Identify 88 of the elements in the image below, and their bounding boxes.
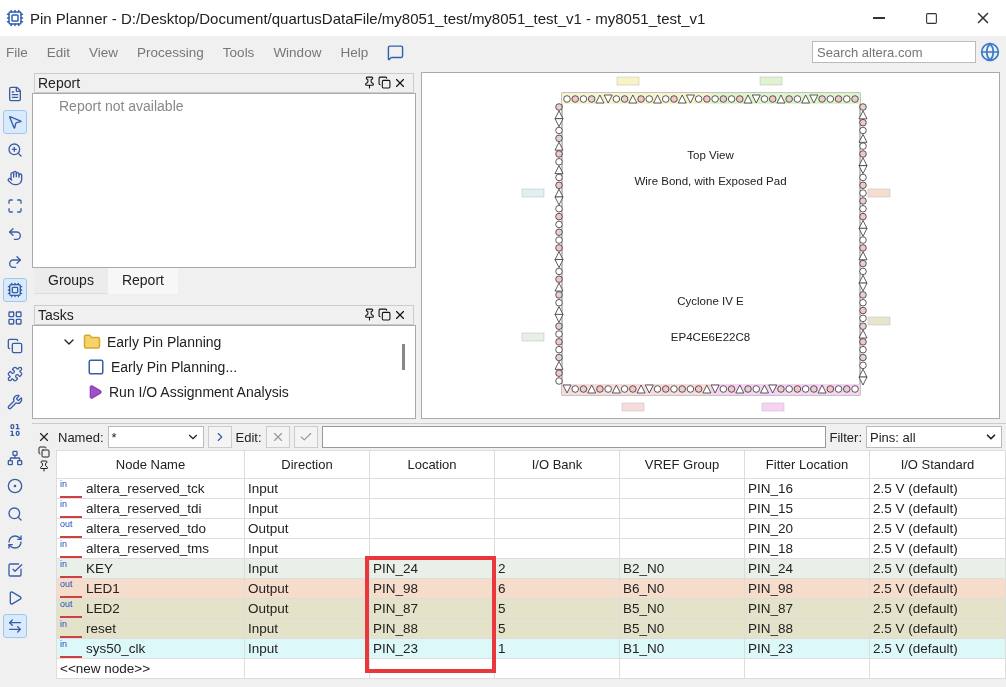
panel-title: Report xyxy=(38,75,82,91)
pointer-icon xyxy=(7,114,23,130)
panel-tab[interactable]: Groups xyxy=(34,268,108,294)
cancel-button[interactable] xyxy=(265,426,290,448)
toolbar-button[interactable] xyxy=(3,614,27,638)
report-message: Report not available xyxy=(59,98,184,114)
close-icon[interactable] xyxy=(37,430,51,444)
panel-tab[interactable]: Report xyxy=(107,268,178,294)
minimize-icon xyxy=(873,17,885,19)
search-field[interactable]: Search altera.com xyxy=(812,41,976,63)
chip-label: Wire Bond, with Exposed Pad xyxy=(634,175,787,187)
menu-item[interactable]: Edit xyxy=(46,44,81,60)
node-name: altera_reserved_tck xyxy=(86,481,205,496)
play-icon xyxy=(7,590,23,606)
filter-dropdown[interactable]: Pins: all xyxy=(866,426,1002,448)
pin-icon[interactable] xyxy=(38,460,50,472)
column-header[interactable]: I/O Bank xyxy=(494,450,620,479)
network-icon xyxy=(7,450,23,466)
node-name: altera_reserved_tdo xyxy=(86,521,207,536)
filter-label: Filter: xyxy=(829,429,862,445)
pin-icon[interactable] xyxy=(363,76,376,89)
node-name: KEY xyxy=(86,561,113,576)
window-title: Pin Planner - D:/Desktop/Document/quartusDataFile/my8051_test/my8051_test_v1 - my8051_test_v1 xyxy=(30,9,707,27)
menu-item[interactable]: Processing xyxy=(137,44,214,60)
scrollbar-thumb[interactable] xyxy=(402,344,405,370)
fit-icon xyxy=(7,198,23,214)
menu-item[interactable]: Window xyxy=(273,44,332,60)
edit-field[interactable] xyxy=(321,426,826,448)
column-header[interactable]: Direction xyxy=(244,450,370,479)
float-icon[interactable] xyxy=(378,308,391,321)
menu-item[interactable]: Tools xyxy=(222,44,265,60)
menu-item[interactable]: File xyxy=(6,44,38,60)
node-name: LED2 xyxy=(86,601,120,616)
float-icon[interactable] xyxy=(378,76,391,89)
node-name: LED1 xyxy=(86,581,120,596)
wizard-button[interactable] xyxy=(207,426,232,448)
close-icon[interactable] xyxy=(393,308,407,322)
node-name: sys50_clk xyxy=(86,641,146,656)
puzzle-icon xyxy=(7,366,23,382)
grid-icon xyxy=(7,310,23,326)
pin-icon[interactable] xyxy=(363,308,376,321)
float-icon[interactable] xyxy=(38,446,50,458)
wrench-icon xyxy=(7,394,23,410)
named-label: Named: xyxy=(58,429,104,445)
column-header[interactable]: Fitter Location xyxy=(744,450,870,479)
circle-dot-icon xyxy=(7,478,23,494)
swap-icon xyxy=(7,618,23,634)
named-dropdown[interactable]: * xyxy=(107,426,204,448)
menu-item[interactable]: Help xyxy=(340,44,379,60)
node-name: altera_reserved_tms xyxy=(86,541,210,556)
search-icon xyxy=(7,506,23,522)
window-icon xyxy=(87,358,105,376)
chip-label: Top View xyxy=(687,149,734,161)
edit-label: Edit: xyxy=(235,429,262,445)
new-node-cell[interactable]: <<new node>> xyxy=(56,658,245,679)
chip-label: EP4CE6E22C8 xyxy=(670,331,751,343)
chat-icon[interactable] xyxy=(387,43,405,61)
zoom-icon xyxy=(7,142,23,158)
chip-icon xyxy=(7,282,23,298)
redo-icon xyxy=(7,254,23,270)
node-name: altera_reserved_tdi xyxy=(86,501,202,516)
hand-icon xyxy=(7,170,23,186)
toolbar-button[interactable] xyxy=(3,278,27,302)
toolbar-button[interactable] xyxy=(3,110,27,134)
undo-icon xyxy=(7,226,23,242)
menu-item[interactable]: View xyxy=(89,44,129,60)
pages-icon xyxy=(7,338,23,354)
task-item[interactable]: Early Pin Planning xyxy=(107,334,222,350)
panel-title: Tasks xyxy=(38,307,75,323)
document-icon xyxy=(7,86,23,102)
play-icon xyxy=(87,384,103,400)
binary-icon xyxy=(7,422,23,438)
column-header[interactable]: Location xyxy=(369,450,495,479)
folder-icon xyxy=(83,333,101,351)
column-header[interactable]: I/O Standard xyxy=(869,450,1006,479)
maximize-icon xyxy=(924,11,938,25)
node-name: reset xyxy=(86,621,116,636)
task-item[interactable]: Early Pin Planning... xyxy=(111,359,238,375)
close-icon[interactable] xyxy=(393,76,407,90)
refresh-icon xyxy=(7,534,23,550)
task-item[interactable]: Run I/O Assignment Analysis xyxy=(109,384,289,400)
globe-icon[interactable] xyxy=(980,42,1000,62)
column-header[interactable]: VREF Group xyxy=(619,450,745,479)
checkbox-icon xyxy=(7,562,23,578)
column-header[interactable]: Node Name xyxy=(56,450,245,479)
chip-label: Cyclone IV E xyxy=(677,295,744,307)
check-icon xyxy=(298,430,313,444)
app-icon xyxy=(6,9,24,27)
